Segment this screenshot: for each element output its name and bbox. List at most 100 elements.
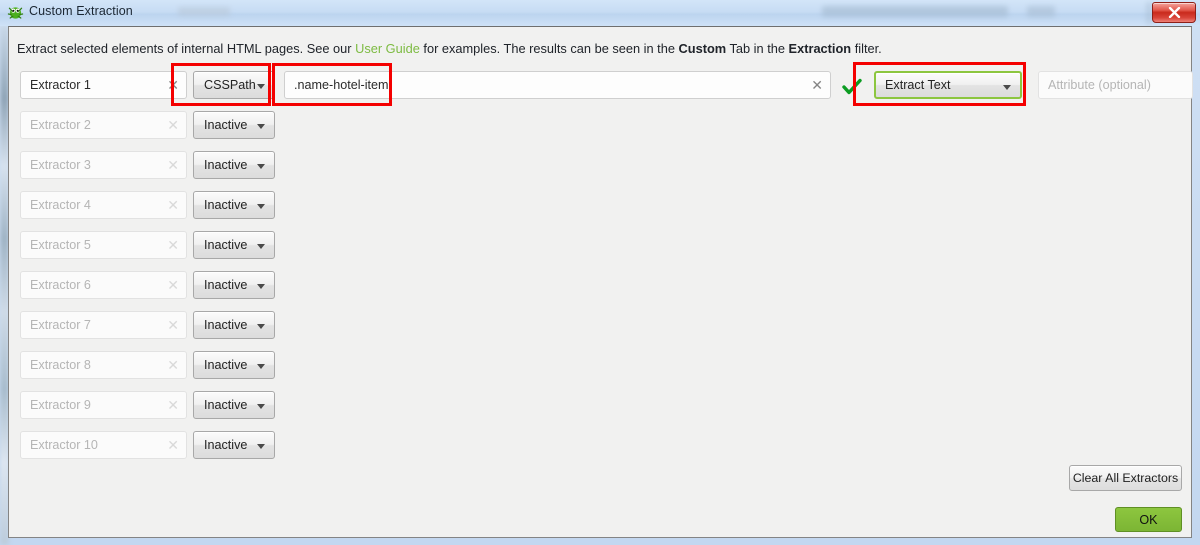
chevron-down-icon xyxy=(1003,85,1011,90)
clear-name-icon[interactable]: ✕ xyxy=(167,352,179,378)
extractor-row: Extractor 7 ✕ Inactive xyxy=(9,311,1193,339)
custom-extraction-dialog-window: Custom Extraction Extract selected eleme… xyxy=(0,0,1200,545)
extractor-row: Extractor 5 ✕ Inactive xyxy=(9,231,1193,259)
extractor-row: Extractor 1 ✕ CSSPath .name-hotel-item ✕… xyxy=(9,71,1193,99)
clear-name-icon[interactable]: ✕ xyxy=(167,232,179,258)
clear-name-icon[interactable]: ✕ xyxy=(167,392,179,418)
description-part-2: for examples. The results can be seen in… xyxy=(419,41,679,56)
clear-name-icon[interactable]: ✕ xyxy=(167,312,179,338)
extractor-name-value: Extractor 10 xyxy=(30,438,98,452)
extractor-type-value: Inactive xyxy=(204,438,248,452)
chevron-down-icon xyxy=(257,244,265,249)
description-text: Extract selected elements of internal HT… xyxy=(17,41,882,56)
extractor-row: Extractor 3 ✕ Inactive xyxy=(9,151,1193,179)
extractor-type-dropdown[interactable]: Inactive xyxy=(193,231,275,259)
extractor-type-dropdown[interactable]: Inactive xyxy=(193,391,275,419)
description-part-4: filter. xyxy=(851,41,882,56)
chevron-down-icon xyxy=(257,204,265,209)
clear-name-icon[interactable]: ✕ xyxy=(167,152,179,178)
clear-name-icon[interactable]: ✕ xyxy=(167,432,179,458)
extractor-name-value: Extractor 9 xyxy=(30,398,91,412)
attribute-placeholder: Attribute (optional) xyxy=(1048,78,1151,92)
extractor-name-input[interactable]: Extractor 9 ✕ xyxy=(20,391,187,419)
clear-name-icon[interactable]: ✕ xyxy=(167,272,179,298)
chevron-down-icon xyxy=(257,404,265,409)
extractor-type-value: CSSPath xyxy=(204,78,256,92)
extractor-type-dropdown[interactable]: Inactive xyxy=(193,351,275,379)
extraction-mode-value: Extract Text xyxy=(885,78,951,92)
extractor-type-dropdown[interactable]: Inactive xyxy=(193,151,275,179)
clear-all-extractors-label: Clear All Extractors xyxy=(1072,471,1179,485)
extractor-type-value: Inactive xyxy=(204,198,248,212)
title-bar[interactable]: Custom Extraction xyxy=(0,0,1200,26)
chevron-down-icon xyxy=(257,124,265,129)
background-ghost-text-3 xyxy=(1027,6,1055,17)
extractor-type-dropdown[interactable]: Inactive xyxy=(193,311,275,339)
description-part-1: Extract selected elements of internal HT… xyxy=(17,41,356,56)
extractor-name-value: Extractor 8 xyxy=(30,358,91,372)
close-icon xyxy=(1168,7,1180,18)
close-window-button[interactable] xyxy=(1152,2,1196,23)
extractor-name-input[interactable]: Extractor 1 ✕ xyxy=(20,71,187,99)
clear-name-icon[interactable]: ✕ xyxy=(167,72,179,98)
extractor-name-input[interactable]: Extractor 5 ✕ xyxy=(20,231,187,259)
extractor-name-value: Extractor 4 xyxy=(30,198,91,212)
extractor-name-value: Extractor 3 xyxy=(30,158,91,172)
clear-name-icon[interactable]: ✕ xyxy=(167,192,179,218)
extractor-name-input[interactable]: Extractor 6 ✕ xyxy=(20,271,187,299)
ok-button[interactable]: OK xyxy=(1115,507,1182,532)
extractor-name-value: Extractor 5 xyxy=(30,238,91,252)
extractor-type-dropdown[interactable]: Inactive xyxy=(193,271,275,299)
spider-logo-icon xyxy=(7,4,24,21)
extractor-type-value: Inactive xyxy=(204,158,248,172)
description-bold-custom: Custom xyxy=(678,41,727,56)
extractor-name-input[interactable]: Extractor 7 ✕ xyxy=(20,311,187,339)
window-title: Custom Extraction xyxy=(29,4,133,18)
ok-button-label: OK xyxy=(1139,512,1158,527)
extractor-name-input[interactable]: Extractor 8 ✕ xyxy=(20,351,187,379)
extractor-name-input[interactable]: Extractor 2 ✕ xyxy=(20,111,187,139)
extractor-type-value: Inactive xyxy=(204,358,248,372)
extractor-row: Extractor 6 ✕ Inactive xyxy=(9,271,1193,299)
extractor-selector-input[interactable]: .name-hotel-item ✕ xyxy=(284,71,831,99)
extractor-type-dropdown[interactable]: Inactive xyxy=(193,431,275,459)
extractor-type-dropdown[interactable]: Inactive xyxy=(193,191,275,219)
user-guide-link[interactable]: User Guide xyxy=(355,41,420,56)
extractor-type-value: Inactive xyxy=(204,118,248,132)
background-ghost-text-2 xyxy=(822,6,1008,17)
extractor-row: Extractor 2 ✕ Inactive xyxy=(9,111,1193,139)
background-ghost-text-1 xyxy=(178,7,230,16)
valid-selector-check-icon xyxy=(842,77,862,97)
extractor-row: Extractor 9 ✕ Inactive xyxy=(9,391,1193,419)
extractor-type-dropdown[interactable]: CSSPath xyxy=(193,71,275,99)
clear-selector-icon[interactable]: ✕ xyxy=(811,72,823,98)
extractor-type-dropdown[interactable]: Inactive xyxy=(193,111,275,139)
extractor-name-input[interactable]: Extractor 3 ✕ xyxy=(20,151,187,179)
chevron-down-icon xyxy=(257,324,265,329)
extractor-name-input[interactable]: Extractor 4 ✕ xyxy=(20,191,187,219)
description-bold-extraction: Extraction xyxy=(788,41,852,56)
extraction-mode-dropdown[interactable]: Extract Text xyxy=(874,71,1022,99)
extractor-row: Extractor 4 ✕ Inactive xyxy=(9,191,1193,219)
extractor-name-value: Extractor 1 xyxy=(30,78,91,92)
extractor-row: Extractor 8 ✕ Inactive xyxy=(9,351,1193,379)
extractor-row: Extractor 10 ✕ Inactive xyxy=(9,431,1193,459)
extractor-name-value: Extractor 2 xyxy=(30,118,91,132)
chevron-down-icon xyxy=(257,84,265,89)
chevron-down-icon xyxy=(257,444,265,449)
dialog-body: Extract selected elements of internal HT… xyxy=(8,26,1193,538)
extractor-type-value: Inactive xyxy=(204,278,248,292)
chevron-down-icon xyxy=(257,364,265,369)
extractor-name-value: Extractor 6 xyxy=(30,278,91,292)
clear-all-extractors-button[interactable]: Clear All Extractors xyxy=(1069,465,1182,491)
extractor-type-value: Inactive xyxy=(204,318,248,332)
chevron-down-icon xyxy=(257,164,265,169)
extractor-name-value: Extractor 7 xyxy=(30,318,91,332)
chevron-down-icon xyxy=(257,284,265,289)
extractor-selector-value: .name-hotel-item xyxy=(294,78,389,92)
attribute-input[interactable]: Attribute (optional) xyxy=(1038,71,1193,99)
background-ghost-divider xyxy=(1147,2,1151,24)
extractor-name-input[interactable]: Extractor 10 ✕ xyxy=(20,431,187,459)
clear-name-icon[interactable]: ✕ xyxy=(167,112,179,138)
extractor-type-value: Inactive xyxy=(204,238,248,252)
